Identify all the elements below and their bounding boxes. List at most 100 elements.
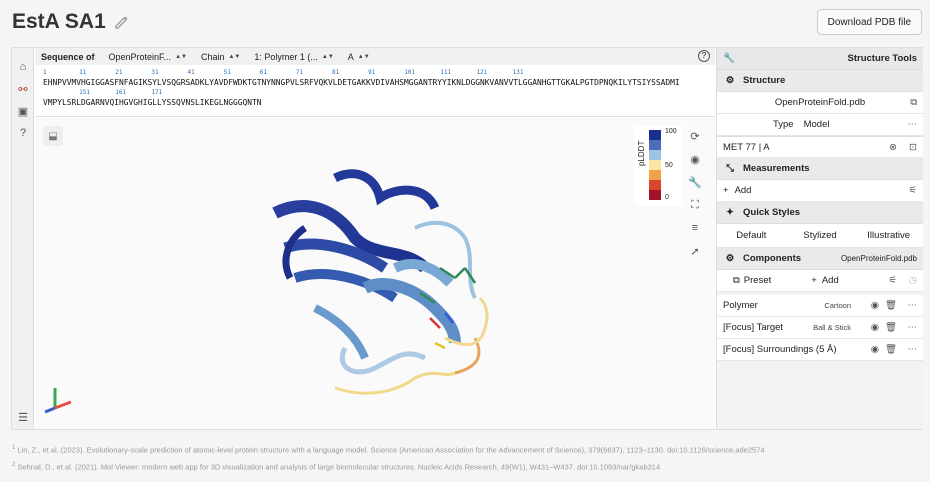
more-icon[interactable]: ⋯ (908, 322, 918, 333)
help-icon[interactable]: ? (16, 126, 30, 140)
measurements-section-label: Measurements (743, 163, 810, 174)
reference-text: Sehnal, D., et al. (2021). Mol Viewer: m… (17, 462, 661, 471)
components-section[interactable]: ⚙ Components OpenProteinFold.pdb (717, 248, 923, 270)
legend-tick-50: 50 (665, 162, 673, 169)
reference-mark: 2 (12, 461, 16, 468)
chevron-down-icon: ▲▼ (357, 53, 370, 60)
source-select-value: OpenProteinF... (108, 51, 172, 62)
sequence-line-1[interactable]: EHNPVVMVHGIGGASFNFAGIKSYLVSQGRSADKLYAVDF… (43, 78, 707, 88)
options-icon[interactable]: ⚟ (908, 185, 917, 196)
quick-styles-section-label: Quick Styles (743, 207, 801, 218)
wrench-icon: 🔧 (723, 53, 735, 64)
reset-camera-icon[interactable]: ⟳ (685, 126, 705, 146)
structure-section[interactable]: ⚙ Structure (717, 70, 923, 92)
options-icon[interactable]: ⚟ (888, 275, 897, 286)
type-label: Type (773, 119, 794, 130)
component-name: Polymer (723, 300, 758, 311)
component-row-surroundings[interactable]: [Focus] Surroundings (5 Å) ◉ 🗑 ⋯ (717, 339, 923, 361)
trash-icon[interactable]: 🗑 (885, 300, 897, 311)
type-row: Type Model ⋯ (717, 114, 923, 136)
plddt-legend: pLDDT 100 50 0 (635, 126, 683, 206)
polymer-select-value: 1: Polymer 1 (... (254, 51, 318, 62)
measurements-add-row[interactable]: + Add ⚟ (717, 180, 923, 202)
reference-1: 1 Lin, Z., et al. (2023). Evolutionary-s… (12, 441, 765, 458)
axes-indicator (44, 388, 72, 414)
wrench-icon[interactable]: 🔧 (685, 172, 705, 192)
type-value[interactable]: Model (804, 119, 830, 130)
mode-select[interactable]: Chain ▲▼ (201, 52, 240, 62)
sequence-label: Sequence of (41, 51, 95, 62)
plus-icon: + (811, 275, 817, 286)
quick-styles-row: Default Stylized Illustrative (717, 224, 923, 248)
settings-icon[interactable]: ≡ (685, 218, 705, 238)
component-row-polymer[interactable]: Polymer Cartoon ◉ 🗑 ⋯ (717, 295, 923, 317)
component-row-target[interactable]: [Focus] Target Ball & Stick ◉ 🗑 ⋯ (717, 317, 923, 339)
structure-file-row: OpenProteinFold.pdb ⧉ (717, 92, 923, 114)
home-icon[interactable]: ⌂ (16, 60, 30, 74)
style-default-button[interactable]: Default (717, 224, 786, 247)
viewport-controls: ⟳ ◉ 🔧 ⛶ ≡ ➚ (685, 126, 705, 264)
3d-canvas[interactable]: ⬓ pLDDT 100 50 0 ⟳ ◉ 🔧 ⛶ ≡ ➚ (35, 118, 715, 429)
more-icon[interactable]: ⋯ (908, 344, 918, 355)
structure-file-name: OpenProteinFold.pdb (774, 97, 866, 108)
component-repr: Ball & Stick (813, 323, 851, 332)
settings-sliders-icon[interactable]: ☰ (16, 410, 30, 424)
style-stylized-button[interactable]: Stylized (786, 224, 855, 247)
sequence-text[interactable]: 1 11 21 31 41 51 61 71 81 91 101 111 121… (35, 65, 715, 111)
download-pdb-button[interactable]: Download PDB file (816, 9, 922, 35)
fullscreen-icon[interactable]: ⛶ (685, 195, 705, 215)
structure-tools-header: 🔧 Structure Tools (717, 48, 923, 70)
eye-icon[interactable]: ◉ (871, 300, 879, 311)
sequence-line-2[interactable]: VMPYLSRLDGARNVQIHGVGHIGLLYSSQVNSLIKEGLNG… (43, 98, 707, 108)
focus-residue-row: MET 77 | A ⊗ ⊡ (717, 136, 923, 158)
polymer-select[interactable]: 1: Polymer 1 (... ▲▼ (254, 52, 333, 62)
preset-icon: ⧉ (733, 275, 740, 286)
gear-icon: ⚙ (725, 75, 735, 86)
legend-color-bar (649, 130, 661, 200)
component-repr: Cartoon (824, 301, 851, 310)
legend-title: pLDDT (637, 140, 646, 166)
style-illustrative-button[interactable]: Illustrative (854, 224, 923, 247)
magic-wand-icon: ✦ (726, 207, 734, 218)
measure-icon: ⤡ (726, 163, 734, 174)
components-source: OpenProteinFold.pdb (840, 254, 917, 263)
pointer-icon[interactable]: ➚ (685, 241, 705, 261)
trash-icon[interactable]: 🗑 (885, 322, 897, 333)
save-icon[interactable]: ▣ (16, 104, 30, 118)
sequence-panel: Sequence of OpenProteinF... ▲▼ Chain ▲▼ 1:… (35, 48, 715, 117)
references: 1 Lin, Z., et al. (2023). Evolutionary-s… (12, 441, 765, 474)
protein-structure[interactable] (35, 118, 715, 429)
components-add-button[interactable]: Add (822, 275, 839, 286)
more-icon[interactable]: ⋯ (908, 300, 918, 311)
reference-text: Lin, Z., et al. (2023). Evolutionary-sca… (17, 445, 765, 455)
pencil-icon[interactable] (114, 14, 130, 30)
eye-icon[interactable]: ◉ (871, 322, 879, 333)
page-title: EstA SA1 (12, 10, 130, 34)
eye-icon[interactable]: ◉ (871, 344, 879, 355)
quick-styles-section[interactable]: ✦ Quick Styles (717, 202, 923, 224)
preset-button[interactable]: Preset (744, 275, 771, 286)
chain-select-value: A (347, 51, 354, 62)
focus-icon[interactable]: ⊡ (909, 142, 917, 153)
components-icon: ⚙ (725, 253, 735, 264)
measurements-section[interactable]: ⤡ Measurements (717, 158, 923, 180)
plus-icon: + (723, 185, 729, 196)
chevron-down-icon: ▲▼ (175, 53, 187, 60)
more-icon[interactable]: ⋯ (908, 119, 918, 130)
legend-tick-100: 100 (665, 128, 677, 135)
trash-icon[interactable]: 🗑 (885, 344, 897, 355)
copy-icon[interactable]: ⧉ (910, 97, 917, 108)
molstar-viewer: ⌂ ⚯ ▣ ? ☰ Sequence of OpenProteinF... ▲▼ … (11, 47, 923, 430)
screenshot-icon[interactable]: ◉ (685, 149, 705, 169)
chain-select[interactable]: A ▲▼ (348, 52, 370, 62)
state-tree-icon[interactable]: ⚯ (16, 82, 30, 96)
component-name: [Focus] Target (723, 322, 784, 333)
clear-icon[interactable]: ⊗ (889, 142, 897, 153)
title-text: EstA SA1 (12, 10, 106, 33)
reference-mark: 1 (12, 445, 16, 451)
history-icon[interactable]: ◷ (909, 275, 917, 286)
sequence-numbers-1: 1 11 21 31 41 51 61 71 81 91 101 111 121… (43, 69, 524, 76)
source-select[interactable]: OpenProteinF... ▲▼ (109, 52, 187, 62)
structure-tools-panel: 🔧 Structure Tools ⚙ Structure OpenProtei… (716, 48, 923, 429)
help-circle-icon[interactable]: ? (698, 50, 710, 62)
